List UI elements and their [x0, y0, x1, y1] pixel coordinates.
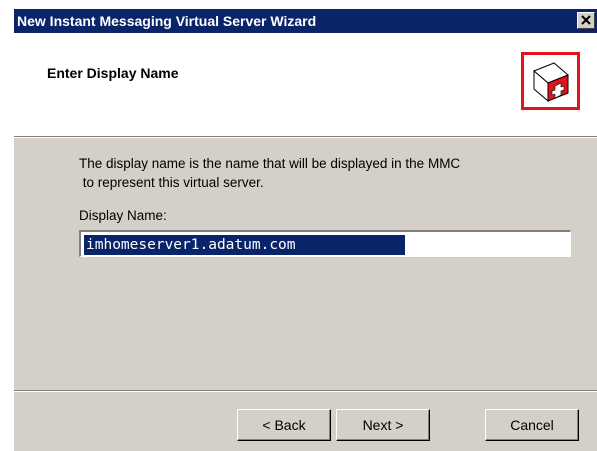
window-title: New Instant Messaging Virtual Server Wiz… [17, 13, 317, 29]
wizard-header: Enter Display Name [14, 33, 597, 136]
first-aid-kit-icon [533, 62, 569, 103]
footer-divider-highlight [14, 391, 597, 392]
display-name-input[interactable]: imhomeserver1.adatum.com [79, 230, 571, 257]
close-button[interactable] [577, 12, 595, 29]
header-divider-highlight [14, 137, 597, 138]
cancel-button[interactable]: Cancel [485, 409, 579, 441]
display-name-value: imhomeserver1.adatum.com [84, 235, 405, 255]
description-text: The display name is the name that will b… [79, 156, 461, 190]
close-icon [581, 15, 591, 25]
wizard-window: New Instant Messaging Virtual Server Wiz… [14, 9, 597, 451]
display-name-label: Display Name: [79, 208, 167, 223]
wizard-logo [521, 52, 580, 110]
back-button[interactable]: < Back [237, 409, 331, 441]
next-button[interactable]: Next > [336, 409, 430, 441]
title-bar[interactable]: New Instant Messaging Virtual Server Wiz… [14, 9, 597, 33]
page-title: Enter Display Name [47, 65, 179, 81]
